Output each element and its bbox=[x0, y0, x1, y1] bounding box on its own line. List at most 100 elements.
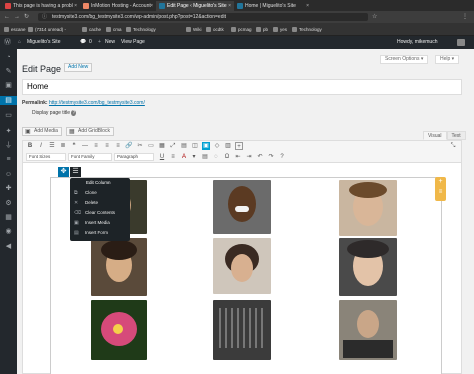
tools-icon[interactable]: ✚ bbox=[4, 184, 13, 193]
star-icon[interactable]: ☆ bbox=[372, 13, 377, 21]
add-column-button[interactable]: + ≡ bbox=[435, 177, 446, 201]
bookmark[interactable]: cache bbox=[82, 26, 101, 33]
bookmark[interactable]: pcmag bbox=[231, 26, 252, 33]
comments-icon[interactable]: ▭ bbox=[4, 111, 13, 120]
outdent-icon[interactable]: ⇤ bbox=[234, 153, 242, 161]
browser-tab-active[interactable]: Edit Page ‹ Miguelito's Site × bbox=[156, 1, 234, 11]
bold-icon[interactable]: B bbox=[26, 142, 34, 150]
bookmark[interactable]: yes bbox=[273, 26, 287, 33]
new-link[interactable]: New bbox=[105, 36, 115, 49]
shortcode-icon[interactable]: ◇ bbox=[213, 142, 221, 150]
posts-icon[interactable]: ✎ bbox=[4, 67, 13, 76]
horizontal-line-icon[interactable]: — bbox=[81, 142, 89, 150]
unlink-icon[interactable]: ✂ bbox=[136, 142, 144, 150]
gridblock-tool-icon[interactable]: ▣ bbox=[202, 142, 210, 150]
menu-item-edit-column[interactable]: Edit Column bbox=[86, 180, 111, 186]
redo-icon[interactable]: ↷ bbox=[267, 153, 275, 161]
help-button[interactable]: Help ▾ bbox=[435, 55, 460, 64]
seo-icon[interactable]: ◉ bbox=[4, 227, 13, 236]
align-center-icon[interactable]: ≡ bbox=[103, 142, 111, 150]
bookmark[interactable]: Wiki bbox=[186, 26, 202, 33]
align-left-icon[interactable]: ≡ bbox=[92, 142, 100, 150]
italic-icon[interactable]: I bbox=[37, 142, 45, 150]
forward-icon[interactable]: → bbox=[14, 13, 20, 21]
undo-icon[interactable]: ↶ bbox=[256, 153, 264, 161]
menu-icon[interactable]: ⋮ bbox=[462, 13, 468, 21]
underline-icon[interactable]: U bbox=[158, 153, 166, 161]
close-icon[interactable]: × bbox=[150, 1, 153, 11]
fullscreen-icon[interactable]: ⤢ bbox=[169, 142, 177, 150]
menu-item-clear-contents[interactable]: Clear Contents bbox=[85, 210, 115, 216]
pages-icon[interactable]: ▤ bbox=[0, 96, 17, 105]
image-tile[interactable] bbox=[213, 238, 271, 294]
plugins-icon[interactable]: ⏚ bbox=[4, 141, 13, 150]
wordpress-logo-icon[interactable]: Ⓦ bbox=[4, 36, 11, 49]
menu-item-insert-form[interactable]: Insert Form bbox=[85, 230, 108, 236]
indent-icon[interactable]: ⇥ bbox=[245, 153, 253, 161]
font-sizes-select[interactable]: Font Sizes bbox=[26, 153, 66, 161]
tab-text[interactable]: Text bbox=[446, 131, 466, 140]
help-icon[interactable]: ? bbox=[71, 110, 77, 116]
bookmark[interactable]: Technology bbox=[126, 26, 156, 33]
add-new-button[interactable]: Add New bbox=[64, 63, 93, 72]
insert-icon[interactable]: ◫ bbox=[191, 142, 199, 150]
bookmark[interactable]: cma bbox=[106, 26, 122, 33]
forms-icon[interactable]: ≡ bbox=[4, 155, 13, 164]
post-title-input[interactable]: Home bbox=[22, 79, 462, 95]
url-input[interactable]: ⓘ testmysite3.com/bg_testmysite3.com/wp-a… bbox=[38, 13, 368, 21]
image-tile[interactable] bbox=[339, 180, 397, 236]
bookmark[interactable]: (7314 unread) - bbox=[28, 26, 66, 33]
bookmark[interactable]: ocdtk bbox=[206, 26, 224, 33]
home-icon[interactable]: ⌂ bbox=[18, 36, 21, 49]
chevron-down-icon[interactable]: ▾ bbox=[190, 153, 198, 161]
settings-icon[interactable]: ⚙ bbox=[4, 199, 13, 208]
image-tile[interactable] bbox=[91, 300, 147, 360]
comments-count[interactable]: 0 bbox=[89, 36, 92, 49]
gridblock-icon[interactable]: ▦ bbox=[4, 213, 13, 222]
justify-icon[interactable]: ≡ bbox=[169, 153, 177, 161]
display-title-row[interactable]: Display page title ? bbox=[32, 110, 77, 116]
clear-format-icon[interactable]: ◌ bbox=[212, 153, 220, 161]
screen-options-button[interactable]: Screen Options ▾ bbox=[380, 55, 429, 64]
browser-tab[interactable]: Home | Miguelito's Site × bbox=[234, 1, 312, 11]
table-icon[interactable]: ▦ bbox=[158, 142, 166, 150]
back-icon[interactable]: ← bbox=[4, 13, 10, 21]
add-icon[interactable]: + bbox=[235, 142, 243, 150]
special-char-icon[interactable]: Ω bbox=[223, 153, 231, 161]
toolbar-toggle-icon[interactable]: ▤ bbox=[180, 142, 188, 150]
image-tile[interactable] bbox=[213, 180, 271, 234]
paragraph-select[interactable]: Paragraph bbox=[114, 153, 154, 161]
add-media-button[interactable]: ▣ Add Media bbox=[22, 127, 62, 136]
dashboard-icon[interactable]: ◔ bbox=[4, 53, 13, 62]
comments-icon[interactable]: 💬 bbox=[80, 36, 86, 49]
image-tile[interactable] bbox=[213, 300, 271, 360]
image-tile[interactable] bbox=[91, 238, 147, 296]
permalink-link[interactable]: http://testmysite3.com/bg_testmysite3.co… bbox=[49, 100, 145, 106]
blockquote-icon[interactable]: ❝ bbox=[70, 142, 78, 150]
close-icon[interactable]: × bbox=[228, 1, 231, 11]
media-icon[interactable]: ▣ bbox=[4, 81, 13, 90]
text-color-icon[interactable]: A bbox=[180, 153, 188, 161]
bullet-list-icon[interactable]: ☰ bbox=[48, 142, 56, 150]
image-tile[interactable] bbox=[339, 300, 397, 360]
image-tile[interactable] bbox=[339, 238, 397, 296]
browser-tab[interactable]: InMotion Hosting - Account × bbox=[80, 1, 156, 11]
appearance-icon[interactable]: ✦ bbox=[4, 127, 13, 136]
bookmark[interactable]: Technology bbox=[292, 26, 322, 33]
users-icon[interactable]: ☺ bbox=[4, 170, 13, 179]
keyboard-help-icon[interactable]: ? bbox=[278, 153, 286, 161]
align-right-icon[interactable]: ≡ bbox=[114, 142, 122, 150]
menu-item-insert-media[interactable]: Insert Media bbox=[85, 220, 110, 226]
collapse-icon[interactable]: ◀ bbox=[4, 242, 13, 251]
grid-icon[interactable]: ▥ bbox=[224, 142, 232, 150]
avatar[interactable] bbox=[457, 39, 465, 46]
add-gridblock-button[interactable]: ▦ Add GridBlock bbox=[66, 127, 114, 136]
close-icon[interactable]: × bbox=[306, 1, 309, 11]
bookmark[interactable]: escane bbox=[4, 26, 26, 33]
read-more-icon[interactable]: ▭ bbox=[147, 142, 155, 150]
menu-item-clone[interactable]: Clone bbox=[85, 190, 97, 196]
view-page-link[interactable]: View Page bbox=[121, 36, 145, 49]
font-family-select[interactable]: Font Family bbox=[68, 153, 112, 161]
bookmark[interactable]: pb bbox=[256, 26, 268, 33]
user-greeting[interactable]: Howdy, mikemuch bbox=[397, 36, 437, 49]
